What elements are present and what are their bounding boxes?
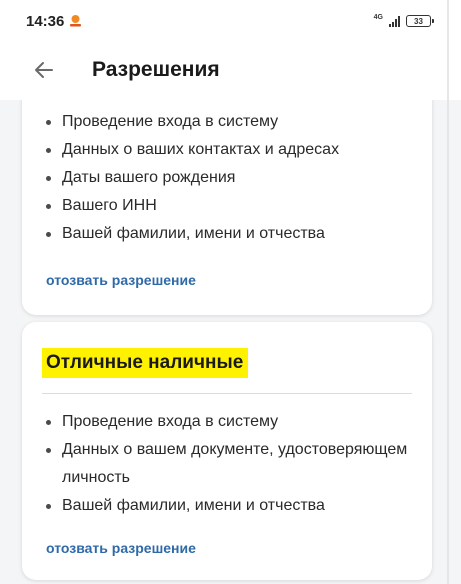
permission-text: Данных о вашем документе, удостоверяющем… [62, 441, 408, 486]
network-type: 4G [373, 13, 383, 21]
permission-text: Проведение входа в систему [62, 113, 279, 130]
permission-card: Проведение входа в систему Данных о ваши… [22, 100, 432, 315]
list-item: Проведение входа в систему [22, 408, 432, 436]
list-item: Даты вашего рождения [22, 164, 432, 192]
permission-text: Вашей фамилии, имени и отчества [62, 225, 325, 242]
list-item: Проведение входа в систему [22, 108, 432, 136]
permission-text: Данных о ваших контактах и адресах [62, 141, 340, 158]
bullet-icon [46, 148, 51, 153]
bullet-icon [46, 120, 51, 125]
permissions-list[interactable]: Проведение входа в систему Данных о ваши… [0, 100, 461, 584]
revoke-permission-link[interactable]: отозвать разрешение [46, 540, 196, 556]
permission-items: Проведение входа в систему Данных о ваши… [22, 108, 432, 248]
organization-title: Отличные наличные [42, 348, 249, 378]
back-button[interactable] [30, 56, 58, 84]
list-item: Вашего ИНН [22, 192, 432, 220]
divider [42, 393, 412, 394]
bullet-icon [46, 448, 51, 453]
bullet-icon [46, 204, 51, 209]
app-bar: Разрешения [0, 44, 461, 100]
status-time: 14:36 [26, 13, 65, 30]
permission-items: Проведение входа в систему Данных о ваше… [22, 408, 432, 520]
permission-text: Даты вашего рождения [62, 169, 236, 186]
battery-level: 33 [414, 16, 423, 26]
permission-text: Вашей фамилии, имени и отчества [62, 497, 325, 514]
list-item: Вашей фамилии, имени и отчества [22, 492, 432, 520]
battery-icon: 33 [406, 15, 434, 27]
list-item: Вашей фамилии, имени и отчества [22, 220, 432, 248]
notification-icon [69, 14, 82, 27]
bullet-icon [46, 176, 51, 181]
permission-text: Вашего ИНН [62, 197, 157, 214]
bullet-icon [46, 232, 51, 237]
list-item: Данных о вашем документе, удостоверяющем… [22, 436, 432, 492]
revoke-permission-link[interactable]: отозвать разрешение [46, 272, 196, 288]
permission-card: Отличные наличные Проведение входа в сис… [22, 322, 432, 580]
permission-text: Проведение входа в систему [62, 413, 279, 430]
status-indicators: 4G 33 [373, 12, 434, 30]
signal-icon [389, 15, 400, 27]
list-item: Данных о ваших контактах и адресах [22, 136, 432, 164]
scroll-edge [447, 0, 449, 584]
bullet-icon [46, 420, 51, 425]
status-bar: 14:36 4G 33 [0, 0, 461, 44]
bullet-icon [46, 504, 51, 509]
page-title: Разрешения [92, 58, 220, 81]
arrow-left-icon [35, 62, 53, 78]
